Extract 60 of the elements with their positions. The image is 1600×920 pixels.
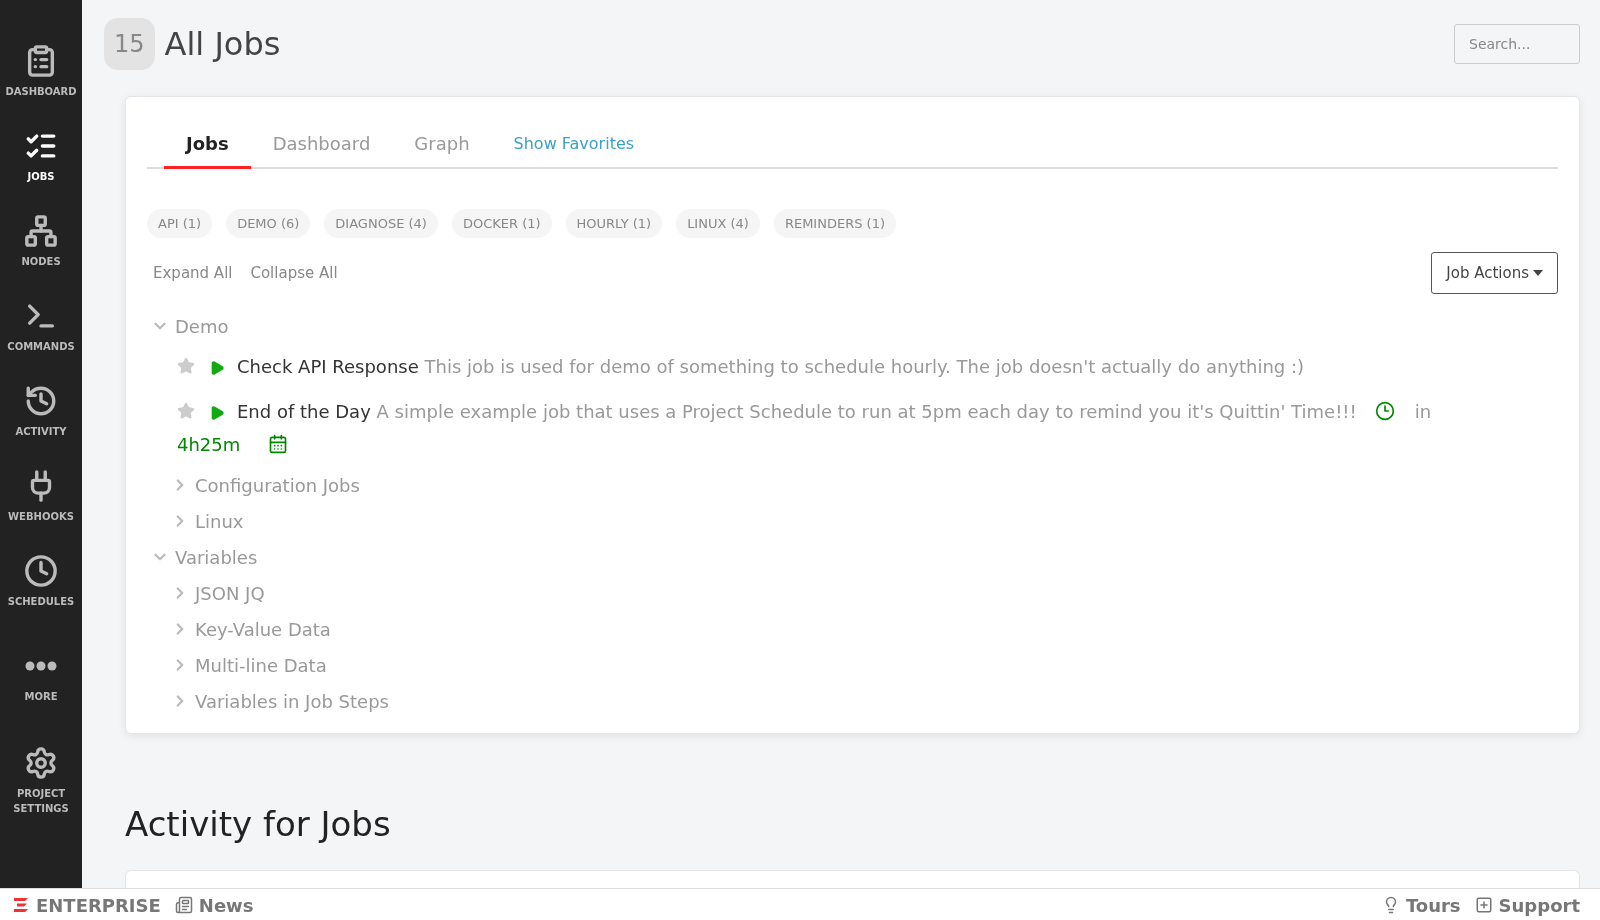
group-label[interactable]: Variables in Job Steps [195,690,389,712]
sidebar-item[interactable]: PROJECT SETTINGS [0,746,82,831]
job-description: A simple example job that uses a Project Schedule to run at 5pm each day to remind you it's Quittin' Time!!! [376,401,1357,422]
tag-filter[interactable]: REMINDERS (1) [773,209,896,238]
newspaper-icon [174,896,193,914]
tag-filter[interactable]: DIAGNOSE (4) [324,209,438,238]
job-description: This job is used for demo of something to schedule hourly. The job doesn't actually do anything :) [424,356,1305,377]
clock-icon [1374,401,1395,421]
job-name[interactable]: Check API Response [237,356,419,377]
sidebar-item[interactable]: MORE [0,649,82,734]
sidebar-item[interactable]: NODES [0,214,82,299]
tree-action-link[interactable]: Collapse All [250,264,338,282]
history-icon [24,384,58,418]
sidebar-item[interactable]: WEBHOOKS [0,469,82,554]
search-field[interactable]: Search... [1454,24,1580,64]
tab[interactable]: Dashboard [250,123,393,169]
play-icon[interactable] [209,360,225,376]
hierarchy-icon [24,214,58,248]
star-icon[interactable] [177,357,195,375]
calendar-icon[interactable] [268,434,289,454]
tag-filter[interactable]: LINUX (4) [676,209,760,238]
tag-filter[interactable]: HOURLY (1) [565,209,663,238]
sidebar-item[interactable]: SCHEDULES [0,554,82,639]
sidebar-item[interactable]: ACTIVITY [0,384,82,469]
footer-link[interactable]: Tours [1381,894,1461,916]
tab[interactable]: Graph [392,123,492,169]
group-label[interactable]: Demo [175,315,229,337]
favorites-link[interactable]: Show Favorites [491,124,657,167]
tag-filter[interactable]: DOCKER (1) [451,209,552,238]
footer-link[interactable]: Support [1474,894,1580,916]
group-label[interactable]: Key-Value Data [195,618,331,640]
job-name[interactable]: End of the Day [237,401,371,422]
page-title: All Jobs [164,25,282,63]
section-title: Activity for Jobs [125,804,392,844]
job-count: 15 [104,18,155,70]
schedule-prefix: in [1414,401,1432,422]
group-label[interactable]: Multi-line Data [195,654,327,676]
footer-link[interactable]: News [174,894,254,916]
tag-filter[interactable]: API (1) [147,209,213,238]
tree-action-link[interactable]: Expand All [153,264,233,282]
group-label[interactable]: Linux [195,510,244,532]
settings-icon [24,746,58,780]
sidebar-item[interactable]: COMMANDS [0,299,82,384]
support-icon [1474,896,1493,914]
star-icon[interactable] [177,402,195,420]
clock-icon [24,554,58,588]
sidebar-item[interactable]: JOBS [0,129,82,214]
group-label[interactable]: Variables [175,546,258,568]
group-label[interactable]: JSON JQ [195,582,265,604]
tab[interactable]: Jobs [164,123,251,169]
logo-icon [12,896,30,914]
caret-icon [1533,270,1543,276]
job-actions-button[interactable]: Job Actions [1431,252,1558,294]
sidebar-item[interactable]: DASHBOARD [0,44,82,129]
play-icon[interactable] [209,405,225,421]
next-run-time: 4h25m [177,434,241,455]
tag-filter[interactable]: DEMO (6) [226,209,311,238]
group-label[interactable]: Configuration Jobs [195,474,360,496]
more-icon [25,661,57,671]
footer-link[interactable]: ENTERPRISE [12,894,161,916]
